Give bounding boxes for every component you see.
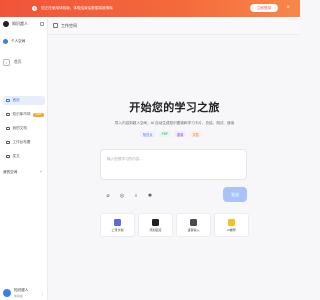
sidebar-nav: 首页 知识库市场 NEW 我的文档 工作台布置 发文 xyxy=(3,96,45,166)
banner-text: 您正在使用体验版，体验结束后数据将被清除 xyxy=(41,6,113,10)
target-icon[interactable]: ◎ xyxy=(118,192,126,200)
sidebar-item-home[interactable]: 首页 xyxy=(3,96,45,105)
home-icon xyxy=(6,98,10,103)
link-icon xyxy=(152,218,159,226)
feature-chips: 知识点 PDF 图谱 文档 xyxy=(140,131,205,137)
space-name: 个人空间 xyxy=(11,39,26,43)
warning-icon: ! xyxy=(32,6,37,11)
sidebar-item-label: 工作台布置 xyxy=(12,140,31,144)
sidebar-item-label: 知识库市场 xyxy=(12,112,31,116)
account-name: 知识超人 xyxy=(14,288,29,292)
sidebar-item-docs[interactable]: 我的文档 xyxy=(3,124,45,133)
chip[interactable]: 知识点 xyxy=(140,131,156,137)
prompt-input[interactable]: 输入您想学习的内容... xyxy=(100,149,247,180)
workspace-header: 工作空间 xyxy=(49,17,300,35)
quick-actions: 上传文档 添加链接 语音输入 AI推荐 xyxy=(100,213,252,237)
login-button[interactable]: 立即登录 xyxy=(250,4,278,12)
sparkle-icon[interactable]: ✱ xyxy=(146,192,154,200)
logo-icon xyxy=(3,21,9,27)
back-home-button[interactable]: ‹ 首页 xyxy=(3,59,22,66)
sidebar-item-label: 发文 xyxy=(12,154,20,158)
workspace-icon xyxy=(53,23,58,28)
collapse-sidebar-icon[interactable] xyxy=(40,22,44,26)
card-label: 添加链接 xyxy=(149,227,162,232)
microphone-icon xyxy=(190,218,197,226)
document-icon xyxy=(6,126,10,131)
ai-recommend-card[interactable]: AI推荐 xyxy=(214,213,249,237)
sidebar: 知识超人 个人空间 ‹ 首页 首页 知识库市场 NEW 我的文档 工作台布置 发… xyxy=(0,17,48,300)
chip[interactable]: PDF xyxy=(158,131,171,137)
account-menu[interactable]: 知识超人 体验版 xyxy=(3,288,28,298)
card-label: 语音输入 xyxy=(187,227,200,232)
chip[interactable]: 图谱 xyxy=(173,131,187,137)
chip[interactable]: 文档 xyxy=(189,131,202,137)
sidebar-item-market[interactable]: 知识库市场 NEW xyxy=(3,110,45,119)
add-link-card[interactable]: 添加链接 xyxy=(138,213,173,237)
bulb-icon xyxy=(228,218,235,226)
sidebar-item-label: 我的文档 xyxy=(12,126,27,130)
space-switcher[interactable]: 个人空间 xyxy=(3,39,25,44)
publish-icon xyxy=(6,154,10,159)
send-label: 发送 xyxy=(231,191,239,197)
account-plan: 体验版 xyxy=(14,294,24,298)
card-label: AI推荐 xyxy=(227,227,236,232)
brand[interactable]: 知识超人 xyxy=(3,21,28,27)
hero: 开始您的学习之旅 导入内容到超人空间，AI 自动生成知识图谱和学习卡片，总结、测… xyxy=(49,99,300,126)
send-button[interactable]: 发送 xyxy=(223,187,247,202)
page-title: 工作空间 xyxy=(61,22,77,28)
voice-input-card[interactable]: 语音输入 xyxy=(176,213,211,237)
sidebar-item-workbench[interactable]: 工作台布置 xyxy=(3,138,45,147)
back-arrow-icon: ‹ xyxy=(3,59,10,66)
trial-banner: ! 您正在使用体验版，体验结束后数据将被清除 立即登录 × xyxy=(0,0,300,17)
prompt-placeholder: 输入您想学习的内容... xyxy=(107,157,143,161)
brand-name: 知识超人 xyxy=(12,21,28,26)
upload-icon xyxy=(114,218,121,226)
new-badge: NEW xyxy=(33,112,44,117)
upload-document-card[interactable]: 上传文档 xyxy=(100,213,135,237)
hero-title: 开始您的学习之旅 xyxy=(129,102,220,114)
my-space-title: 我的空间 xyxy=(3,170,18,174)
search-icon[interactable]: ⌕ xyxy=(132,192,140,200)
market-icon xyxy=(6,112,10,117)
hero-subtitle: 导入内容到超人空间，AI 自动生成知识图谱和学习卡片，总结、测试、速读 xyxy=(114,121,235,125)
sidebar-item-publish[interactable]: 发文 xyxy=(3,152,45,161)
avatar xyxy=(3,289,11,297)
card-label: 上传文档 xyxy=(111,227,124,232)
back-label: 首页 xyxy=(14,60,22,64)
sidebar-item-label: 首页 xyxy=(12,98,20,102)
input-toolbar: ⌀ ◎ ⌕ ✱ xyxy=(104,192,160,200)
attach-icon[interactable]: ⌀ xyxy=(104,192,112,200)
avatar xyxy=(3,39,8,44)
workbench-icon xyxy=(6,140,10,145)
add-space-button[interactable]: + xyxy=(40,170,42,174)
more-icon[interactable]: ⋮ xyxy=(40,291,45,297)
close-icon[interactable]: × xyxy=(286,4,290,12)
